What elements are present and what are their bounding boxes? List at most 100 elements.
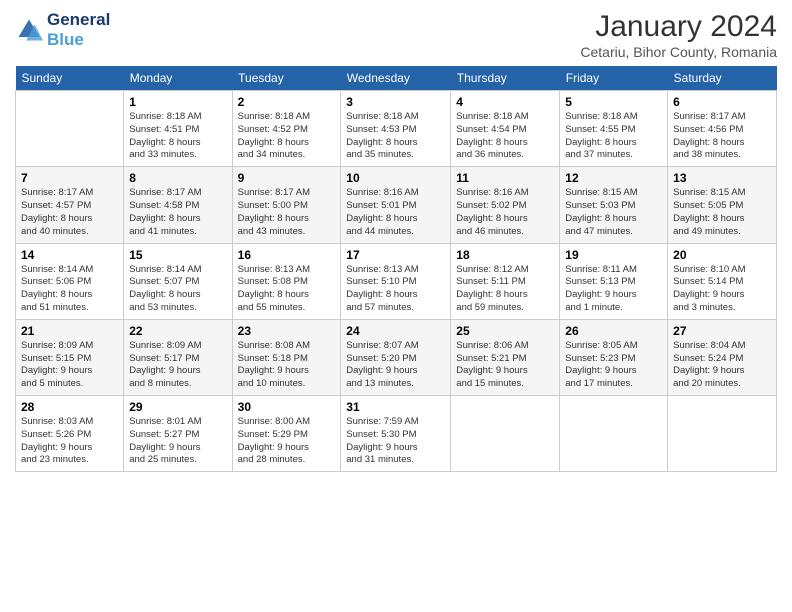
day-info: Sunrise: 8:13 AM Sunset: 5:10 PM Dayligh… xyxy=(346,264,445,315)
calendar-cell: 20Sunrise: 8:10 AM Sunset: 5:14 PM Dayli… xyxy=(668,243,777,319)
day-info: Sunrise: 8:16 AM Sunset: 5:01 PM Dayligh… xyxy=(346,187,445,238)
calendar-cell: 7 Sunrise: 8:17 AM Sunset: 4:57 PM Daylig… xyxy=(16,167,124,243)
day-info: Sunrise: 8:18 AM Sunset: 4:51 PM Dayligh… xyxy=(129,111,226,162)
calendar-cell: 24 Sunrise: 8:07 AM Sunset: 5:20 PM Dayli… xyxy=(341,319,451,395)
calendar-cell: 15Sunrise: 8:14 AM Sunset: 5:07 PM Dayli… xyxy=(124,243,232,319)
day-info: Sunrise: 8:18 AM Sunset: 4:52 PM Dayligh… xyxy=(238,111,336,162)
week-row-0: 1Sunrise: 8:18 AM Sunset: 4:51 PM Daylig… xyxy=(16,91,777,167)
month-title: January 2024 xyxy=(580,10,777,44)
calendar-cell xyxy=(668,396,777,472)
day-info: Sunrise: 8:18 AM Sunset: 4:55 PM Dayligh… xyxy=(565,111,662,162)
calendar-cell: 27Sunrise: 8:04 AM Sunset: 5:24 PM Dayli… xyxy=(668,319,777,395)
day-number: 19 xyxy=(565,248,662,262)
day-number: 10 xyxy=(346,171,445,185)
calendar-cell: 28 Sunrise: 8:03 AM Sunset: 5:26 PM Dayli… xyxy=(16,396,124,472)
calendar-cell: 4 Sunrise: 8:18 AM Sunset: 4:54 PM Daylig… xyxy=(451,91,560,167)
calendar-cell: 13 Sunrise: 8:15 AM Sunset: 5:05 PM Dayli… xyxy=(668,167,777,243)
day-info: Sunrise: 8:12 AM Sunset: 5:11 PM Dayligh… xyxy=(456,264,554,315)
day-number: 30 xyxy=(238,400,336,414)
day-number: 17 xyxy=(346,248,445,262)
day-number: 21 xyxy=(21,324,118,338)
calendar-cell xyxy=(16,91,124,167)
calendar-cell: 25 Sunrise: 8:06 AM Sunset: 5:21 PM Dayli… xyxy=(451,319,560,395)
day-info: Sunrise: 8:01 AM Sunset: 5:27 PM Dayligh… xyxy=(129,416,226,467)
calendar-cell: 1Sunrise: 8:18 AM Sunset: 4:51 PM Daylig… xyxy=(124,91,232,167)
page-container: General Blue January 2024 Cetariu, Bihor… xyxy=(0,0,792,482)
header: General Blue January 2024 Cetariu, Bihor… xyxy=(15,10,777,60)
calendar-cell: 12 Sunrise: 8:15 AM Sunset: 5:03 PM Dayli… xyxy=(560,167,668,243)
day-info: Sunrise: 8:17 AM Sunset: 4:56 PM Dayligh… xyxy=(673,111,771,162)
calendar-cell: 16Sunrise: 8:13 AM Sunset: 5:08 PM Dayli… xyxy=(232,243,341,319)
calendar-cell: 21 Sunrise: 8:09 AM Sunset: 5:15 PM Dayli… xyxy=(16,319,124,395)
day-info: Sunrise: 8:05 AM Sunset: 5:23 PM Dayligh… xyxy=(565,340,662,391)
day-number: 28 xyxy=(21,400,118,414)
day-info: Sunrise: 8:14 AM Sunset: 5:06 PM Dayligh… xyxy=(21,264,118,315)
weekday-header-saturday: Saturday xyxy=(668,66,777,91)
day-number: 22 xyxy=(129,324,226,338)
day-info: Sunrise: 8:18 AM Sunset: 4:54 PM Dayligh… xyxy=(456,111,554,162)
day-number: 25 xyxy=(456,324,554,338)
weekday-header-row: SundayMondayTuesdayWednesdayThursdayFrid… xyxy=(16,66,777,91)
day-info: Sunrise: 8:04 AM Sunset: 5:24 PM Dayligh… xyxy=(673,340,771,391)
calendar-cell: 23 Sunrise: 8:08 AM Sunset: 5:18 PM Dayli… xyxy=(232,319,341,395)
calendar-cell: 30 Sunrise: 8:00 AM Sunset: 5:29 PM Dayli… xyxy=(232,396,341,472)
day-number: 8 xyxy=(129,171,226,185)
day-info: Sunrise: 8:15 AM Sunset: 5:03 PM Dayligh… xyxy=(565,187,662,238)
day-number: 23 xyxy=(238,324,336,338)
calendar-cell: 29 Sunrise: 8:01 AM Sunset: 5:27 PM Dayli… xyxy=(124,396,232,472)
calendar-cell: 10 Sunrise: 8:16 AM Sunset: 5:01 PM Dayli… xyxy=(341,167,451,243)
calendar-cell: 6 Sunrise: 8:17 AM Sunset: 4:56 PM Daylig… xyxy=(668,91,777,167)
calendar-cell: 2Sunrise: 8:18 AM Sunset: 4:52 PM Daylig… xyxy=(232,91,341,167)
day-number: 9 xyxy=(238,171,336,185)
calendar-cell: 14 Sunrise: 8:14 AM Sunset: 5:06 PM Dayli… xyxy=(16,243,124,319)
day-info: Sunrise: 8:00 AM Sunset: 5:29 PM Dayligh… xyxy=(238,416,336,467)
day-number: 3 xyxy=(346,95,445,109)
week-row-1: 7 Sunrise: 8:17 AM Sunset: 4:57 PM Daylig… xyxy=(16,167,777,243)
day-info: Sunrise: 8:17 AM Sunset: 4:57 PM Dayligh… xyxy=(21,187,118,238)
title-section: January 2024 Cetariu, Bihor County, Roma… xyxy=(580,10,777,60)
day-number: 26 xyxy=(565,324,662,338)
day-info: Sunrise: 8:10 AM Sunset: 5:14 PM Dayligh… xyxy=(673,264,771,315)
week-row-3: 21 Sunrise: 8:09 AM Sunset: 5:15 PM Dayli… xyxy=(16,319,777,395)
day-info: Sunrise: 8:16 AM Sunset: 5:02 PM Dayligh… xyxy=(456,187,554,238)
day-info: Sunrise: 8:09 AM Sunset: 5:15 PM Dayligh… xyxy=(21,340,118,391)
day-number: 24 xyxy=(346,324,445,338)
calendar-cell: 5 Sunrise: 8:18 AM Sunset: 4:55 PM Daylig… xyxy=(560,91,668,167)
day-number: 29 xyxy=(129,400,226,414)
calendar-cell: 3Sunrise: 8:18 AM Sunset: 4:53 PM Daylig… xyxy=(341,91,451,167)
calendar-cell: 26 Sunrise: 8:05 AM Sunset: 5:23 PM Dayli… xyxy=(560,319,668,395)
day-info: Sunrise: 8:13 AM Sunset: 5:08 PM Dayligh… xyxy=(238,264,336,315)
day-info: Sunrise: 8:03 AM Sunset: 5:26 PM Dayligh… xyxy=(21,416,118,467)
calendar-cell: 19 Sunrise: 8:11 AM Sunset: 5:13 PM Dayli… xyxy=(560,243,668,319)
calendar-cell: 8 Sunrise: 8:17 AM Sunset: 4:58 PM Daylig… xyxy=(124,167,232,243)
day-info: Sunrise: 8:07 AM Sunset: 5:20 PM Dayligh… xyxy=(346,340,445,391)
day-number: 6 xyxy=(673,95,771,109)
day-info: Sunrise: 8:15 AM Sunset: 5:05 PM Dayligh… xyxy=(673,187,771,238)
day-info: Sunrise: 8:14 AM Sunset: 5:07 PM Dayligh… xyxy=(129,264,226,315)
calendar-cell: 17 Sunrise: 8:13 AM Sunset: 5:10 PM Dayli… xyxy=(341,243,451,319)
day-number: 5 xyxy=(565,95,662,109)
logo-text: General Blue xyxy=(47,10,110,50)
day-number: 13 xyxy=(673,171,771,185)
day-info: Sunrise: 8:17 AM Sunset: 4:58 PM Dayligh… xyxy=(129,187,226,238)
day-number: 18 xyxy=(456,248,554,262)
subtitle: Cetariu, Bihor County, Romania xyxy=(580,44,777,60)
day-info: Sunrise: 8:09 AM Sunset: 5:17 PM Dayligh… xyxy=(129,340,226,391)
day-number: 12 xyxy=(565,171,662,185)
weekday-header-monday: Monday xyxy=(124,66,232,91)
day-info: Sunrise: 8:11 AM Sunset: 5:13 PM Dayligh… xyxy=(565,264,662,315)
calendar-cell: 9Sunrise: 8:17 AM Sunset: 5:00 PM Daylig… xyxy=(232,167,341,243)
day-info: Sunrise: 8:06 AM Sunset: 5:21 PM Dayligh… xyxy=(456,340,554,391)
day-number: 4 xyxy=(456,95,554,109)
weekday-header-thursday: Thursday xyxy=(451,66,560,91)
day-number: 11 xyxy=(456,171,554,185)
day-number: 14 xyxy=(21,248,118,262)
day-info: Sunrise: 8:08 AM Sunset: 5:18 PM Dayligh… xyxy=(238,340,336,391)
week-row-4: 28 Sunrise: 8:03 AM Sunset: 5:26 PM Dayli… xyxy=(16,396,777,472)
day-number: 7 xyxy=(21,171,118,185)
logo: General Blue xyxy=(15,10,110,50)
calendar-cell: 22 Sunrise: 8:09 AM Sunset: 5:17 PM Dayli… xyxy=(124,319,232,395)
calendar-cell: 18 Sunrise: 8:12 AM Sunset: 5:11 PM Dayli… xyxy=(451,243,560,319)
calendar-cell: 31Sunrise: 7:59 AM Sunset: 5:30 PM Dayli… xyxy=(341,396,451,472)
calendar-table: SundayMondayTuesdayWednesdayThursdayFrid… xyxy=(15,66,777,472)
